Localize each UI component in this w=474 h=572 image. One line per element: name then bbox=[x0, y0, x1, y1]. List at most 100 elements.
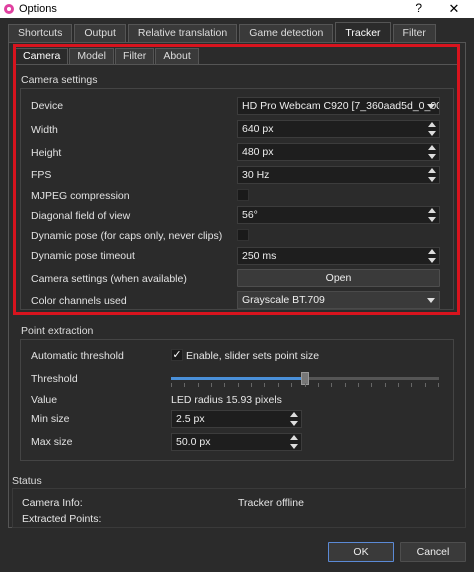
height-value: 480 px bbox=[242, 146, 274, 158]
tab-output[interactable]: Output bbox=[74, 24, 126, 42]
ok-button[interactable]: OK bbox=[328, 542, 394, 562]
width-spinbox[interactable]: 640 px bbox=[237, 120, 440, 138]
status-title: Status bbox=[12, 475, 42, 487]
slider-tick bbox=[198, 383, 199, 387]
slider-tick bbox=[291, 383, 292, 387]
dynpose-timeout-value: 250 ms bbox=[242, 250, 277, 262]
subtab-filter[interactable]: Filter bbox=[114, 48, 155, 64]
slider-tick bbox=[224, 383, 225, 387]
subtab-model[interactable]: Model bbox=[69, 48, 114, 64]
height-spinbox[interactable]: 480 px bbox=[237, 143, 440, 161]
app-icon bbox=[4, 4, 14, 14]
width-label: Width bbox=[31, 124, 58, 136]
cancel-button[interactable]: Cancel bbox=[400, 542, 466, 562]
slider-tick bbox=[345, 383, 346, 387]
camera-settings-title: Camera settings bbox=[21, 74, 98, 86]
slider-tick bbox=[278, 383, 279, 387]
spin-up-icon[interactable] bbox=[428, 208, 436, 213]
subtab-camera[interactable]: Camera bbox=[15, 48, 69, 64]
slider-tick bbox=[331, 383, 332, 387]
color-channels-value: Grayscale BT.709 bbox=[242, 294, 325, 306]
threshold-slider-ticks bbox=[171, 383, 439, 387]
subtab-about[interactable]: About bbox=[155, 48, 199, 64]
auto-threshold-label: Automatic threshold bbox=[31, 350, 124, 362]
tab-filter[interactable]: Filter bbox=[392, 24, 436, 42]
slider-tick bbox=[398, 383, 399, 387]
spin-up-icon[interactable] bbox=[428, 145, 436, 150]
tab-relative-translation[interactable]: Relative translation bbox=[127, 24, 238, 42]
slider-tick bbox=[171, 383, 172, 387]
chevron-down-icon bbox=[427, 298, 435, 303]
spin-down-icon[interactable] bbox=[428, 154, 436, 159]
spin-down-icon[interactable] bbox=[290, 421, 298, 426]
slider-tick bbox=[305, 383, 306, 387]
dynpose-checkbox[interactable] bbox=[237, 229, 249, 241]
min-size-value: 2.5 px bbox=[176, 413, 205, 425]
spin-down-icon[interactable] bbox=[428, 131, 436, 136]
help-button[interactable]: ? bbox=[415, 1, 422, 15]
slider-tick bbox=[425, 383, 426, 387]
slider-tick bbox=[238, 383, 239, 387]
point-extraction-title: Point extraction bbox=[21, 325, 94, 337]
slider-tick bbox=[358, 383, 359, 387]
slider-tick bbox=[318, 383, 319, 387]
threshold-slider[interactable] bbox=[171, 372, 439, 385]
mjpeg-label: MJPEG compression bbox=[31, 190, 130, 202]
led-radius-value: LED radius 15.93 pixels bbox=[171, 394, 282, 406]
spin-down-icon[interactable] bbox=[428, 258, 436, 263]
max-size-label: Max size bbox=[31, 436, 73, 448]
slider-tick bbox=[251, 383, 252, 387]
height-label: Height bbox=[31, 147, 62, 159]
device-value: HD Pro Webcam C920 [7_360aad5d_0_0000] bbox=[242, 100, 440, 112]
slider-tick bbox=[385, 383, 386, 387]
max-size-spinbox[interactable]: 50.0 px bbox=[171, 433, 302, 451]
spin-up-icon[interactable] bbox=[428, 168, 436, 173]
tab-shortcuts[interactable]: Shortcuts bbox=[8, 24, 73, 42]
spin-up-icon[interactable] bbox=[290, 412, 298, 417]
tab-tracker[interactable]: Tracker bbox=[335, 22, 391, 42]
dynpose-timeout-spinbox[interactable]: 250 ms bbox=[237, 247, 440, 265]
min-size-label: Min size bbox=[31, 413, 70, 425]
spin-up-icon[interactable] bbox=[290, 435, 298, 440]
spin-down-icon[interactable] bbox=[428, 217, 436, 222]
slider-tick bbox=[184, 383, 185, 387]
camsettings-label: Camera settings (when available) bbox=[31, 273, 187, 285]
mjpeg-checkbox[interactable] bbox=[237, 189, 249, 201]
spin-down-icon[interactable] bbox=[290, 444, 298, 449]
slider-tick bbox=[411, 383, 412, 387]
fps-label: FPS bbox=[31, 169, 52, 181]
spin-up-icon[interactable] bbox=[428, 122, 436, 127]
auto-threshold-text: Enable, slider sets point size bbox=[186, 350, 320, 362]
auto-threshold-checkbox[interactable]: ✓ bbox=[171, 349, 183, 361]
dynpose-label: Dynamic pose (for caps only, never clips… bbox=[31, 230, 223, 242]
camera-info-value: Tracker offline bbox=[238, 497, 304, 509]
chevron-down-icon bbox=[427, 104, 435, 109]
width-value: 640 px bbox=[242, 123, 274, 135]
fov-label: Diagonal field of view bbox=[31, 210, 131, 222]
fps-value: 30 Hz bbox=[242, 169, 270, 181]
extracted-points-label: Extracted Points: bbox=[22, 513, 102, 525]
max-size-value: 50.0 px bbox=[176, 436, 211, 448]
min-size-spinbox[interactable]: 2.5 px bbox=[171, 410, 302, 428]
device-label: Device bbox=[31, 100, 64, 112]
fov-value: 56° bbox=[242, 209, 258, 221]
main-tabs: Shortcuts Output Relative translation Ga… bbox=[8, 22, 438, 42]
device-combo[interactable]: HD Pro Webcam C920 [7_360aad5d_0_0000] bbox=[237, 97, 440, 115]
value-label: Value bbox=[31, 394, 58, 406]
close-button[interactable]: ✕ bbox=[434, 0, 474, 18]
fov-spinbox[interactable]: 56° bbox=[237, 206, 440, 224]
slider-tick bbox=[438, 383, 439, 387]
open-camera-settings-button[interactable]: Open bbox=[237, 269, 440, 287]
fps-spinbox[interactable]: 30 Hz bbox=[237, 166, 440, 184]
title-bar: Options ? ✕ bbox=[0, 0, 474, 18]
color-channels-combo[interactable]: Grayscale BT.709 bbox=[237, 291, 440, 309]
spin-up-icon[interactable] bbox=[428, 249, 436, 254]
slider-tick bbox=[264, 383, 265, 387]
threshold-slider-fill bbox=[171, 377, 305, 380]
spin-down-icon[interactable] bbox=[428, 177, 436, 182]
tab-game-detection[interactable]: Game detection bbox=[239, 24, 334, 42]
window-title: Options bbox=[19, 3, 57, 15]
slider-tick bbox=[211, 383, 212, 387]
camera-info-label: Camera Info: bbox=[22, 497, 83, 509]
threshold-label: Threshold bbox=[31, 373, 78, 385]
